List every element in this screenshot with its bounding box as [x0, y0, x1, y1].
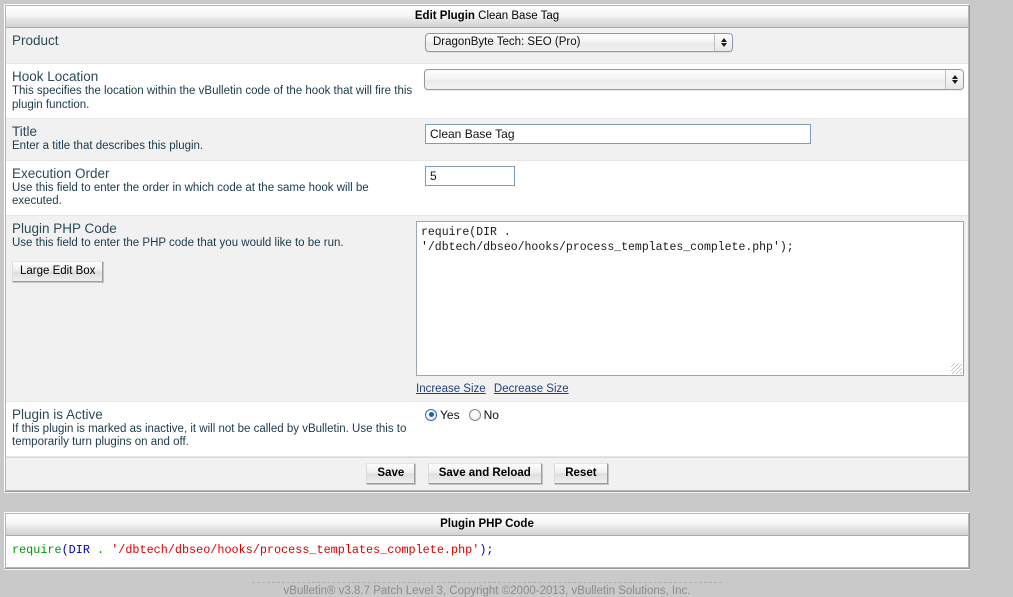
plugin-is-active-description: If this plugin is marked as inactive, it… — [12, 422, 407, 449]
radio-no[interactable] — [468, 408, 481, 421]
row-plugin-is-active-label-cell: Plugin is Active If this plugin is marke… — [6, 402, 423, 456]
panel-spacer — [4, 492, 970, 512]
row-plugin-php-code-field-cell: require(DIR . '/dbtech/dbseo/hooks/proce… — [414, 216, 968, 401]
panel-title-sub: Clean Base Tag — [478, 10, 560, 22]
row-plugin-php-code-label-cell: Plugin PHP Code Use this field to enter … — [6, 216, 414, 289]
product-select[interactable]: DragonByte Tech: SEO (Pro) — [425, 33, 733, 52]
textarea-size-links: Increase Size Decrease Size — [416, 383, 964, 395]
arrow-down-icon — [720, 43, 727, 47]
footer: vBulletin® v3.8.7 Patch Level 3, Copyrig… — [4, 578, 970, 597]
reset-button[interactable]: Reset — [554, 462, 608, 484]
title-input[interactable] — [425, 124, 811, 144]
footer-copyright-text: vBulletin® v3.8.7 Patch Level 3, Copyrig… — [283, 584, 691, 597]
code-textarea-wrapper: require(DIR . '/dbtech/dbseo/hooks/proce… — [416, 220, 964, 376]
row-execution-order-label-cell: Execution Order Use this field to enter … — [6, 161, 423, 215]
title-description: Enter a title that describes this plugin… — [12, 140, 204, 152]
plugin-php-code-description: Use this field to enter the PHP code tha… — [12, 236, 344, 249]
code-token-6: '/dbtech/dbseo/hooks/process_templates_c… — [111, 542, 480, 557]
plugin-is-active-radio-group: Yes No — [425, 407, 964, 422]
product-label: Product — [12, 33, 59, 48]
execution-order-label: Execution Order — [12, 165, 110, 181]
row-hook-location-label-cell: Hook Location This specifies the locatio… — [6, 64, 422, 118]
row-plugin-php-code: Plugin PHP Code Use this field to enter … — [6, 215, 968, 402]
hook-location-description: This specifies the location within the v… — [12, 85, 413, 111]
stepper-arrows-icon — [945, 70, 963, 89]
save-button[interactable]: Save — [366, 462, 416, 484]
code-token-1: ( — [61, 542, 69, 557]
arrow-down-icon — [951, 80, 958, 84]
row-execution-order: Execution Order Use this field to enter … — [6, 160, 968, 216]
row-product: Product DragonByte Tech: SEO (Pro) — [6, 28, 968, 64]
decrease-size-link[interactable]: Decrease Size — [494, 383, 569, 395]
edit-plugin-panel: Edit Plugin Clean Base Tag Product Drago… — [4, 4, 970, 492]
row-product-field-cell: DragonByte Tech: SEO (Pro) — [423, 28, 968, 63]
stepper-arrows-icon — [714, 34, 732, 51]
code-token-7: ); — [479, 542, 494, 557]
row-product-label-cell: Product — [6, 28, 423, 55]
increase-size-link[interactable]: Increase Size — [416, 383, 486, 395]
row-plugin-is-active-field-cell: Yes No — [423, 402, 968, 428]
form-button-bar: Save Save and Reload Reset — [6, 456, 968, 490]
save-and-reload-button[interactable]: Save and Reload — [427, 462, 542, 484]
execution-order-input[interactable] — [425, 165, 515, 186]
page-root: Edit Plugin Clean Base Tag Product Drago… — [0, 0, 1013, 597]
code-token-2: DIR — [68, 542, 90, 557]
plugin-is-active-label: Plugin is Active — [12, 406, 103, 422]
code-panel-title: Plugin PHP Code — [440, 517, 534, 530]
row-execution-order-field-cell — [423, 161, 968, 192]
footer-divider — [252, 581, 722, 583]
code-token-0: require — [12, 542, 62, 557]
code-token-3 — [90, 543, 97, 557]
plugin-php-code-textarea[interactable]: require(DIR . '/dbtech/dbseo/hooks/proce… — [416, 220, 964, 376]
arrow-up-icon — [720, 38, 727, 42]
code-output-panel: Plugin PHP Code require(DIR . '/dbtech/d… — [4, 511, 970, 569]
product-select-value: DragonByte Tech: SEO (Pro) — [433, 36, 581, 48]
row-hook-location: Hook Location This specifies the locatio… — [6, 64, 968, 119]
code-panel-titlebar: Plugin PHP Code — [6, 513, 968, 536]
row-plugin-is-active: Plugin is Active If this plugin is marke… — [6, 401, 968, 457]
row-title-label-cell: Title Enter a title that describes this … — [6, 119, 423, 160]
large-edit-box-button[interactable]: Large Edit Box — [12, 261, 104, 282]
radio-no-label: No — [483, 407, 499, 422]
edit-plugin-panel-inner: Edit Plugin Clean Base Tag Product Drago… — [5, 5, 969, 491]
plugin-php-code-label: Plugin PHP Code — [12, 220, 117, 236]
panel-title-bold: Edit Plugin — [414, 10, 475, 22]
execution-order-description: Use this field to enter the order in whi… — [12, 181, 369, 208]
radio-yes[interactable] — [425, 408, 437, 421]
title-label: Title — [12, 124, 38, 139]
arrow-up-icon — [951, 75, 958, 79]
hook-location-label: Hook Location — [12, 69, 99, 84]
row-hook-location-field-cell — [422, 64, 968, 101]
radio-yes-label: Yes — [440, 407, 460, 422]
hook-location-select[interactable] — [424, 69, 964, 90]
code-output-panel-inner: Plugin PHP Code require(DIR . '/dbtech/d… — [5, 512, 969, 568]
row-title: Title Enter a title that describes this … — [6, 119, 968, 161]
row-title-field-cell — [423, 119, 968, 150]
panel-titlebar: Edit Plugin Clean Base Tag — [6, 6, 968, 28]
